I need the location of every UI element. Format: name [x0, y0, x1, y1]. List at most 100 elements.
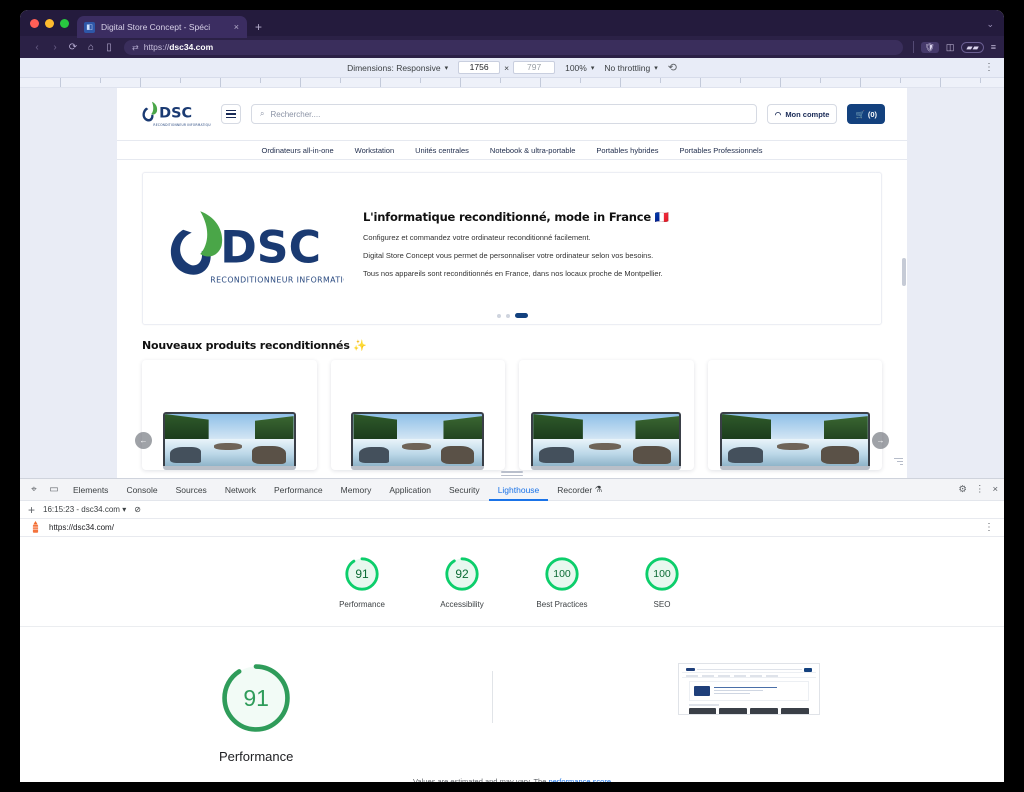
score-accessibility[interactable]: 92 Accessibility [423, 555, 501, 610]
forward-button[interactable]: › [46, 42, 64, 53]
tab-security[interactable]: Security [440, 479, 489, 501]
maximize-window-button[interactable] [60, 18, 69, 28]
dimensions-select[interactable]: Dimensions: Responsive ▾ [347, 63, 448, 73]
times-label: × [504, 62, 510, 73]
score-seo[interactable]: 100 SEO [623, 555, 701, 610]
chevron-down-icon: ▾ [654, 64, 658, 72]
reload-button[interactable]: ⟳ [64, 42, 82, 53]
user-icon: ◠ [774, 109, 782, 119]
minimize-window-button[interactable] [45, 18, 54, 28]
product-card[interactable] [330, 360, 505, 470]
chevron-down-icon[interactable]: ⌄ [986, 19, 994, 30]
devtools-menu-button[interactable]: ⋮ [975, 484, 985, 495]
product-card[interactable] [707, 360, 882, 470]
tab-application[interactable]: Application [380, 479, 440, 501]
score-performance[interactable]: 91 Performance [323, 555, 401, 610]
home-button[interactable]: ⌂ [82, 42, 100, 53]
shield-icon[interactable]: 🛡 [920, 41, 939, 53]
carousel-dot-2[interactable] [505, 313, 510, 318]
hero-paragraph-1: Configurez et commandez votre ordinateur… [363, 233, 591, 243]
nav-item-2[interactable]: Unités centrales [415, 146, 469, 155]
tab-elements[interactable]: Elements [64, 479, 117, 501]
carousel-dots[interactable] [143, 313, 881, 318]
viewport-resize-handle[interactable] [893, 456, 903, 466]
tab-memory[interactable]: Memory [332, 479, 381, 501]
nav-item-0[interactable]: Ordinateurs all-in-one [262, 146, 334, 155]
nav-item-3[interactable]: Notebook & ultra-portable [490, 146, 575, 155]
split-view-icon[interactable]: ◫ [946, 42, 955, 53]
browser-tab[interactable]: ◧ Digital Store Concept - Spéci × [77, 16, 247, 38]
account-label: Mon compte [785, 109, 830, 119]
back-button[interactable]: ‹ [28, 42, 46, 53]
site-logo[interactable]: DSC RECONDITIONNEUR INFORMATIQUE [139, 96, 213, 132]
profile-icon[interactable]: ▰▰ [961, 41, 984, 53]
carousel-dot-1[interactable] [496, 313, 501, 318]
lighthouse-report: 91 Performance 92 Accessibility 100 Best… [20, 537, 1004, 782]
viewport-size-controls: 1756 × 797 [458, 61, 556, 74]
chevron-down-icon: ▾ [444, 64, 449, 72]
product-card[interactable] [142, 360, 317, 470]
close-icon[interactable]: × [232, 22, 241, 32]
clear-icon[interactable]: ⊘ [134, 505, 141, 514]
laptop-image [719, 412, 870, 470]
carousel-prev-button[interactable]: ← [135, 432, 152, 449]
window-controls[interactable] [28, 10, 77, 36]
inspect-icon[interactable]: ⌖ [24, 484, 44, 495]
tab-console[interactable]: Console [117, 479, 166, 501]
gear-icon[interactable]: ⚙ [958, 484, 967, 495]
gauge-seo: 100 [643, 555, 681, 593]
report-select[interactable]: 16:15:23 - dsc34.com ▾ [43, 505, 126, 514]
new-report-button[interactable]: + [28, 504, 35, 516]
tab-performance[interactable]: Performance [265, 479, 332, 501]
tab-sources[interactable]: Sources [167, 479, 216, 501]
score-best-practices[interactable]: 100 Best Practices [523, 555, 601, 610]
page-scrollbar[interactable] [902, 258, 906, 286]
nav-item-1[interactable]: Workstation [355, 146, 394, 155]
url-text: https://dsc34.com [143, 42, 214, 52]
tab-lighthouse[interactable]: Lighthouse [489, 479, 549, 501]
products-section-title: Nouveaux produits reconditionnés ✨ [142, 339, 367, 352]
url-input[interactable]: ⇄ https://dsc34.com [124, 39, 903, 55]
viewport-width-input[interactable]: 1756 [458, 61, 501, 74]
search-input[interactable]: ⌕ Rechercher.... [251, 104, 757, 124]
tab-network[interactable]: Network [216, 479, 265, 501]
cart-button[interactable]: 🛒 (0) [847, 104, 885, 124]
score-value: 91 [355, 567, 369, 581]
device-toggle-icon[interactable]: ▭ [44, 484, 64, 495]
device-toolbar-menu-button[interactable]: ⋮ [984, 62, 994, 73]
viewport-bottom-handle[interactable] [501, 471, 523, 476]
score-value: 92 [455, 567, 469, 581]
zoom-label: 100% [565, 62, 587, 73]
product-card[interactable] [519, 360, 694, 470]
cart-icon: 🛒 [855, 109, 865, 119]
report-url[interactable]: https://dsc34.com/ [49, 523, 114, 532]
zoom-select[interactable]: 100% ▾ [565, 63, 594, 73]
viewport-height-input[interactable]: 797 [513, 61, 556, 74]
rotate-device-icon[interactable]: ⟲ [668, 61, 677, 74]
close-window-button[interactable] [30, 18, 39, 28]
report-menu-button[interactable]: ⋮ [984, 522, 994, 533]
throttling-select[interactable]: No throttling ▾ [604, 63, 657, 73]
performance-title: Performance [218, 749, 294, 764]
tab-recorder[interactable]: Recorder ⚗ [548, 479, 611, 501]
hamburger-icon[interactable] [221, 104, 241, 124]
browser-menu-button[interactable]: ≡ [991, 42, 996, 52]
carousel-dot-3[interactable] [514, 313, 528, 318]
nav-item-4[interactable]: Portables hybrides [596, 146, 658, 155]
hero-text: L'informatique reconditionné, mode in Fr… [351, 210, 873, 286]
devtools-tabbar: ⌖ ▭ Elements Console Sources Network Per… [20, 479, 1004, 501]
score-value: 100 [553, 568, 571, 580]
lighthouse-score-row: 91 Performance 92 Accessibility 100 Best… [20, 537, 1004, 627]
device-viewport-area: DSC RECONDITIONNEUR INFORMATIQUE ⌕ Reche… [20, 88, 1004, 478]
gauge-accessibility: 92 [443, 555, 481, 593]
score-label: Best Practices [536, 600, 588, 609]
sidebar-toggle-button[interactable]: ▯ [100, 42, 118, 53]
close-icon[interactable]: × [992, 484, 998, 495]
divider [912, 41, 914, 53]
account-button[interactable]: ◠ Mon compte [766, 104, 838, 124]
nav-item-5[interactable]: Portables Professionnels [680, 146, 763, 155]
carousel-next-button[interactable]: → [872, 432, 889, 449]
site-nav: Ordinateurs all-in-one Workstation Unité… [117, 140, 907, 160]
new-tab-button[interactable]: + [247, 20, 270, 34]
svg-text:RECONDITIONNEUR INFORMATIQUE: RECONDITIONNEUR INFORMATIQUE [153, 123, 211, 127]
